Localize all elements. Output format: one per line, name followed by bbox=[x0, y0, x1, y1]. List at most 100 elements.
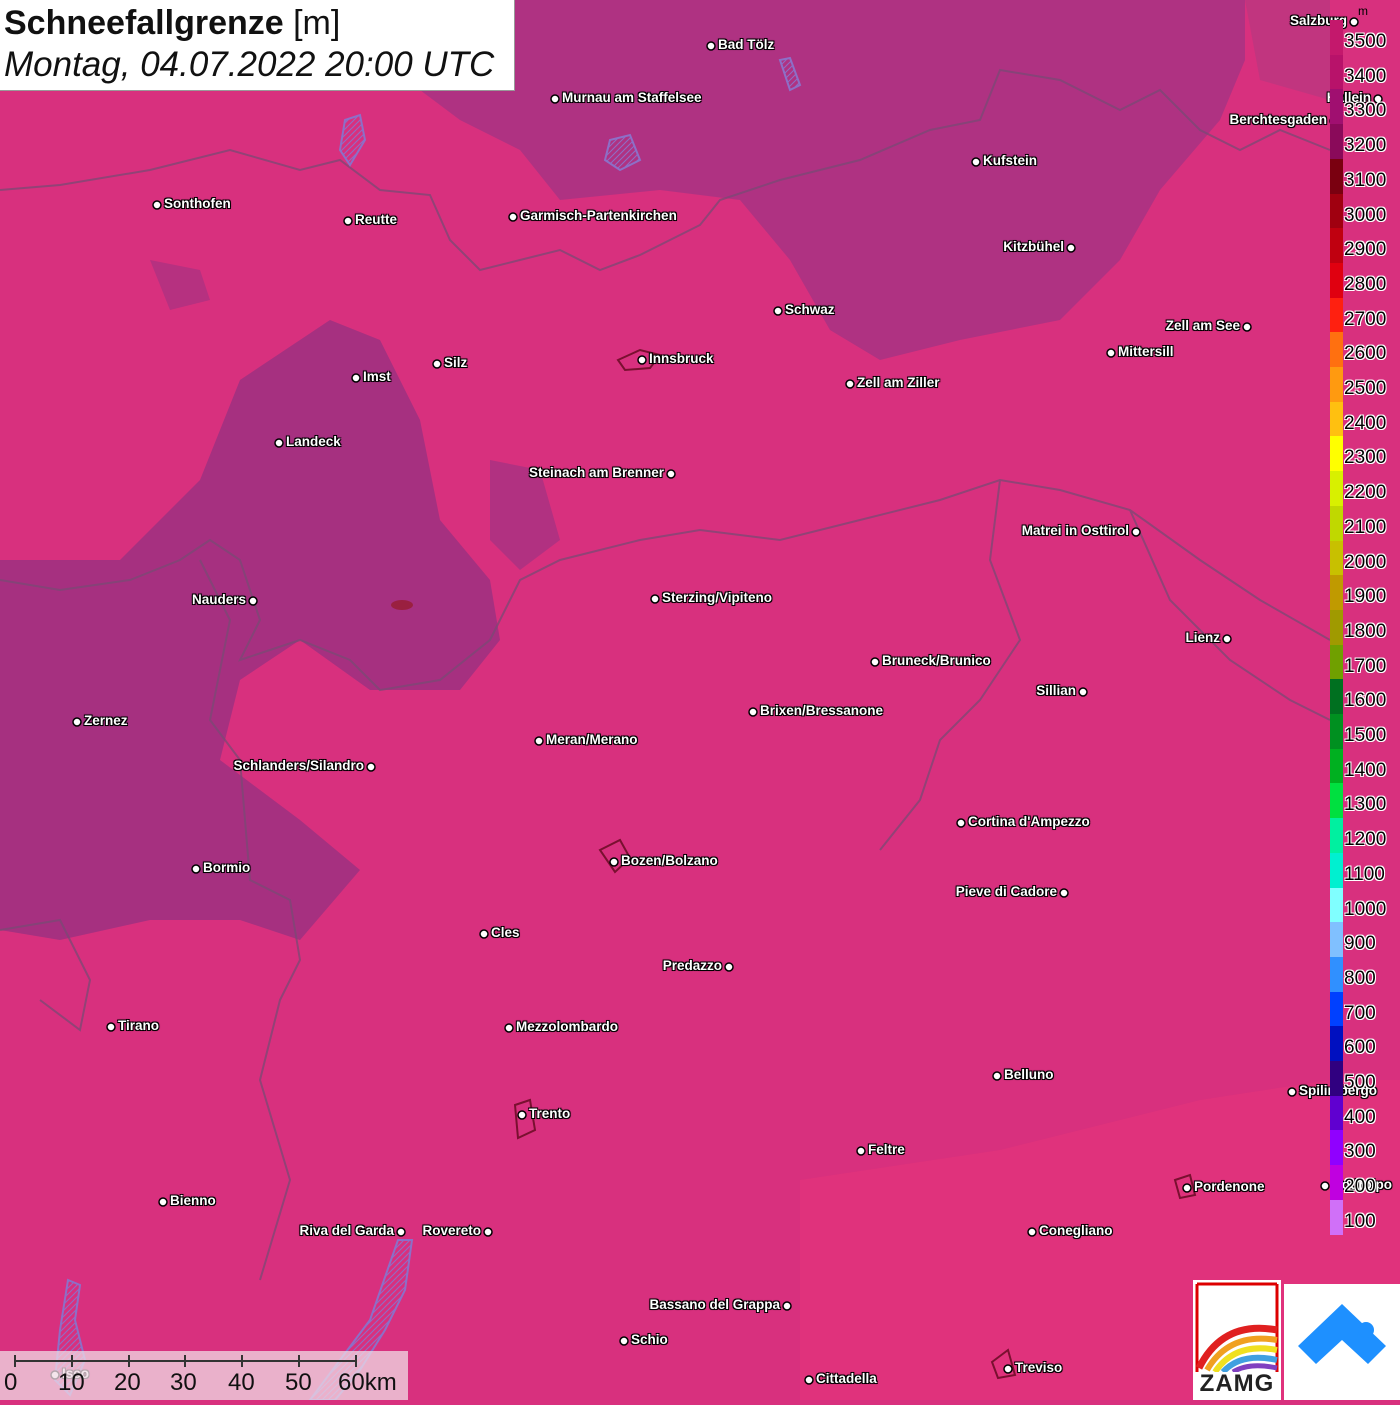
scale-label: 10 bbox=[58, 1369, 85, 1396]
legend-swatch bbox=[1330, 748, 1343, 784]
legend-label: 200 bbox=[1344, 1176, 1376, 1198]
city-label: Cortina d'Ampezzo bbox=[968, 814, 1090, 829]
legend-label: 100 bbox=[1344, 1210, 1376, 1232]
city-label: Berchtesgaden bbox=[1229, 112, 1327, 127]
city-marker bbox=[992, 1071, 1002, 1081]
legend-label: 900 bbox=[1344, 933, 1376, 955]
city-label: Garmisch-Partenkirchen bbox=[520, 208, 677, 223]
legend-label: 3000 bbox=[1344, 204, 1387, 226]
legend-swatch bbox=[1330, 783, 1343, 819]
scale-label: 40 bbox=[228, 1369, 255, 1396]
city-marker bbox=[191, 864, 201, 874]
city-label: Pordenone bbox=[1194, 1179, 1265, 1194]
city-label: Sillian bbox=[1036, 683, 1076, 698]
legend-label: 600 bbox=[1344, 1037, 1376, 1059]
legend-label: 1900 bbox=[1344, 586, 1387, 608]
legend-label: 1400 bbox=[1344, 759, 1387, 781]
city-marker bbox=[1003, 1364, 1013, 1374]
city-label: Kitzbühel bbox=[1003, 239, 1064, 254]
legend-swatch bbox=[1330, 471, 1343, 507]
city-marker bbox=[1066, 243, 1076, 253]
city-marker bbox=[504, 1023, 514, 1033]
city-label: Nauders bbox=[191, 592, 246, 607]
city-marker bbox=[152, 200, 162, 210]
city-marker bbox=[351, 373, 361, 383]
map-title: Schneefallgrenze [m] bbox=[4, 4, 340, 43]
legend-label: 1600 bbox=[1344, 690, 1387, 712]
zamg-logo: ZAMG bbox=[1193, 1280, 1281, 1400]
city-label: Pieve di Cadore bbox=[955, 884, 1057, 899]
city-label: Reutte bbox=[355, 212, 398, 227]
scale-label: 30 bbox=[170, 1369, 197, 1396]
city-marker bbox=[637, 355, 647, 365]
scale-label: 50 bbox=[285, 1369, 312, 1396]
color-legend: m 3500 3400 3300 3200 3100 3000 2900 2800 2700 26… bbox=[1328, 4, 1400, 1235]
city-marker bbox=[804, 1375, 814, 1385]
legend-swatch bbox=[1330, 20, 1343, 56]
city-marker bbox=[248, 596, 258, 606]
zamg-logo-text: ZAMG bbox=[1199, 1370, 1275, 1397]
city-label: Innsbruck bbox=[649, 351, 714, 366]
city-label: Predazzo bbox=[662, 958, 722, 973]
city-marker bbox=[650, 594, 660, 604]
legend-label: 500 bbox=[1344, 1072, 1376, 1093]
city-marker bbox=[609, 857, 619, 867]
city-marker bbox=[534, 736, 544, 746]
scale-tick bbox=[241, 1355, 243, 1367]
city-label: Imst bbox=[363, 369, 391, 384]
city-label: Treviso bbox=[1015, 1360, 1063, 1375]
city-marker bbox=[396, 1227, 406, 1237]
city-label: Zernez bbox=[84, 713, 128, 728]
legend-swatch bbox=[1330, 575, 1343, 611]
city-label: Cittadella bbox=[816, 1371, 877, 1386]
legend-label: 2200 bbox=[1344, 482, 1387, 504]
legend-label: 1800 bbox=[1344, 620, 1387, 642]
city-marker bbox=[158, 1197, 168, 1207]
legend-label: 3300 bbox=[1344, 100, 1387, 122]
legend-swatch bbox=[1330, 991, 1343, 1027]
city-label: Bruneck/Brunico bbox=[882, 653, 991, 668]
legend-swatch bbox=[1330, 1026, 1343, 1062]
legend-swatch bbox=[1330, 54, 1343, 90]
city-marker bbox=[956, 818, 966, 828]
scale-label: 0 bbox=[4, 1369, 18, 1396]
map-title-text: Schneefallgrenze bbox=[4, 4, 284, 42]
city-label: Sterzing/Vipiteno bbox=[662, 590, 773, 605]
legend-label: 2300 bbox=[1344, 447, 1387, 469]
legend-swatch bbox=[1330, 818, 1343, 854]
city-marker bbox=[1242, 322, 1252, 332]
city-label: Trento bbox=[529, 1106, 571, 1121]
city-marker bbox=[106, 1022, 116, 1032]
legend-swatch bbox=[1330, 505, 1343, 541]
legend-swatch bbox=[1330, 1095, 1343, 1131]
city-label: Lienz bbox=[1185, 630, 1220, 645]
legend-label: 1300 bbox=[1344, 794, 1387, 816]
legend-label: 1700 bbox=[1344, 655, 1387, 677]
legend-swatch bbox=[1330, 158, 1343, 194]
scale-tick bbox=[298, 1355, 300, 1367]
city-label: Landeck bbox=[286, 434, 341, 449]
city-marker bbox=[1287, 1087, 1297, 1097]
city-label: Sonthofen bbox=[164, 196, 231, 211]
city-label: Zell am Ziller bbox=[857, 375, 940, 390]
city-label: Bienno bbox=[170, 1193, 216, 1208]
city-marker bbox=[1027, 1227, 1037, 1237]
legend-label: 1500 bbox=[1344, 725, 1387, 746]
city-marker bbox=[1078, 687, 1088, 697]
city-label: Belluno bbox=[1004, 1067, 1054, 1082]
legend-label: 2400 bbox=[1344, 412, 1387, 434]
city-marker bbox=[479, 929, 489, 939]
city-label: Rovereto bbox=[422, 1223, 481, 1238]
map-subtitle: Montag, 04.07.2022 20:00 UTC bbox=[4, 45, 495, 84]
city-marker bbox=[706, 41, 716, 51]
city-label: Tirano bbox=[118, 1018, 160, 1033]
city-marker bbox=[508, 212, 518, 222]
scale-tick bbox=[355, 1355, 357, 1367]
scale-bar: 0 10 20 30 40 50 60km bbox=[0, 1351, 408, 1400]
legend-swatch bbox=[1330, 367, 1343, 403]
city-marker bbox=[845, 379, 855, 389]
city-label: Mittersill bbox=[1118, 344, 1174, 359]
scale-tick bbox=[71, 1355, 73, 1367]
city-marker bbox=[619, 1336, 629, 1346]
legend-swatch bbox=[1330, 228, 1343, 264]
